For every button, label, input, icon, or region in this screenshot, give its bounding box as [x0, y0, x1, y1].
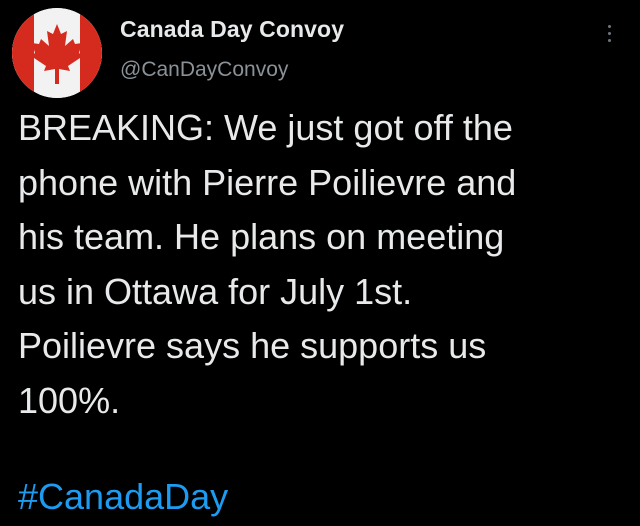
tweet-text-line: phone with Pierre Poilievre and	[18, 161, 517, 203]
author-avatar[interactable]	[12, 8, 102, 98]
more-dot	[608, 25, 611, 28]
more-options-vertical-dots-icon[interactable]	[600, 20, 620, 50]
hashtag-link[interactable]: #CanadaDay	[18, 470, 228, 524]
tweet-text-line: us in Ottawa for July 1st.	[18, 270, 413, 312]
tweet-text-line: his team. He plans on meeting	[18, 216, 505, 257]
tweet-body: BREAKING: We just got off the phone with…	[18, 101, 628, 428]
tweet-text-line: BREAKING: We just got off the	[18, 107, 513, 148]
more-dot	[608, 39, 611, 42]
author-display-name[interactable]: Canada Day Convoy	[120, 16, 344, 43]
tweet-text-line: Poilievre says he supports us	[18, 325, 487, 366]
author-handle[interactable]: @CanDayConvoy	[120, 58, 288, 82]
tweet-card: Canada Day Convoy @CanDayConvoy BREAKING…	[0, 0, 640, 526]
canada-maple-leaf-flag-icon	[12, 8, 102, 98]
tweet-text-line: 100%.	[18, 379, 121, 421]
more-dot	[608, 32, 611, 35]
